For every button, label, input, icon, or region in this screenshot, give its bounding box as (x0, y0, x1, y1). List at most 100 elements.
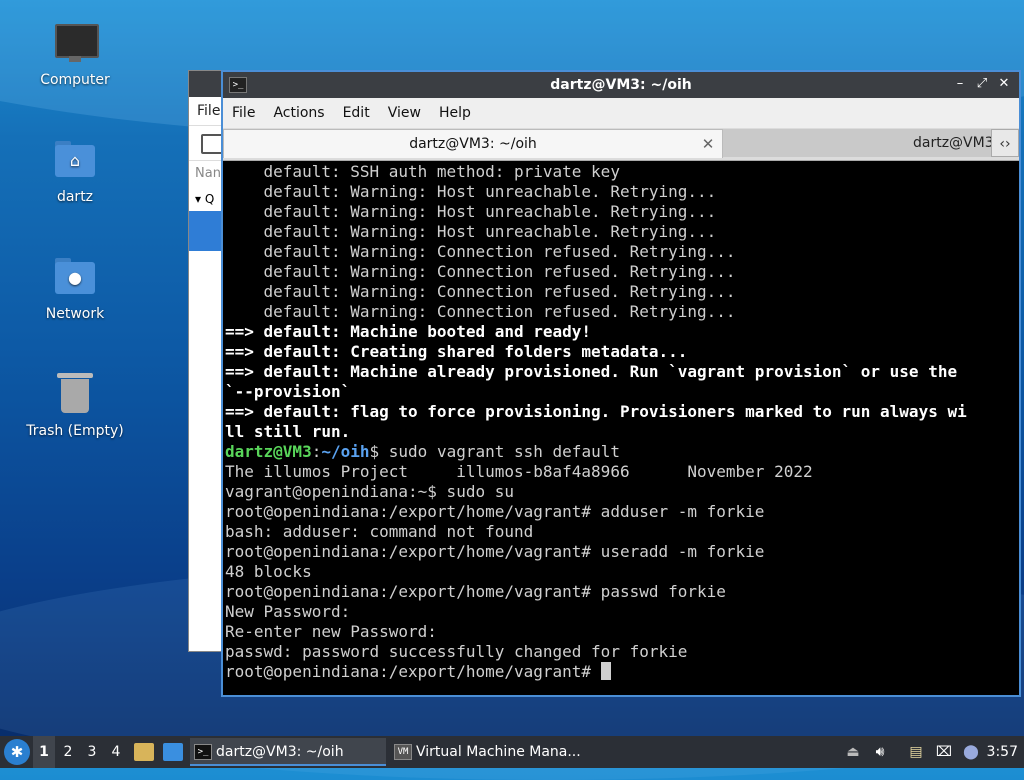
tab-bar: dartz@VM3: ~/oih ✕ dartz@VM3 ‹› (223, 128, 1019, 161)
desktop-icon-network[interactable]: ● Network (20, 254, 130, 322)
line-text: default: SSH auth method: private key (225, 162, 620, 181)
line-text: passwd: password successfully changed fo… (225, 642, 688, 661)
line-text: default: Warning: Connection refused. Re… (225, 302, 736, 321)
line-text: default: Warning: Host unreachable. Retr… (225, 222, 717, 241)
tab-scroll-arrows[interactable]: ‹› (991, 129, 1019, 157)
tab-close-icon[interactable]: ✕ (700, 130, 716, 158)
network-icon[interactable]: ⌧ (934, 742, 954, 762)
menu-file[interactable]: File (223, 98, 264, 128)
line-text: root@openindiana:/export/home/vagrant# u… (225, 542, 765, 561)
menu-bar: File Actions Edit View Help (223, 98, 1019, 128)
close-icon[interactable]: ✕ (995, 75, 1013, 93)
task-terminal[interactable]: >_ dartz@VM3: ~/oih (190, 738, 386, 766)
minimize-icon[interactable]: – (951, 75, 969, 93)
clock: 3:57 (986, 744, 1018, 760)
task-label: Virtual Machine Mana... (416, 744, 581, 760)
terminal-line: root@openindiana:/export/home/vagrant# a… (225, 502, 1017, 522)
terminal-line: default: Warning: Connection refused. Re… (225, 242, 1017, 262)
prompt-path: ~/oih (321, 442, 370, 461)
tab-active[interactable]: dartz@VM3: ~/oih ✕ (223, 129, 723, 158)
tab-inactive[interactable]: dartz@VM3 (723, 129, 993, 157)
terminal-line: default: Warning: Connection refused. Re… (225, 262, 1017, 282)
taskbar: ✱ 1 2 3 4 >_ dartz@VM3: ~/oih VM Virtual… (0, 736, 1024, 768)
desktop-icon-computer[interactable]: Computer (20, 20, 130, 88)
terminal-line: ==> default: Machine already provisioned… (225, 362, 1017, 382)
terminal-line: default: Warning: Host unreachable. Retr… (225, 202, 1017, 222)
window-titlebar[interactable]: >_ dartz@VM3: ~/oih – ⤢ ✕ (223, 72, 1019, 98)
new-vm-icon[interactable] (201, 134, 223, 154)
terminal-line: default: Warning: Host unreachable. Retr… (225, 222, 1017, 242)
workspace-2[interactable]: 2 (57, 736, 79, 768)
virt-manager-icon: VM (394, 744, 412, 760)
show-desktop-icon[interactable] (163, 743, 183, 761)
trash-icon (51, 371, 99, 419)
terminal-line: dartz@VM3:~/oih$ sudo vagrant ssh defaul… (225, 442, 620, 461)
line-text: default: Warning: Connection refused. Re… (225, 282, 736, 301)
terminal-line: New Password: (225, 602, 1017, 622)
line-text: 48 blocks (225, 562, 312, 581)
workspace-1[interactable]: 1 (33, 736, 55, 768)
line-text: root@openindiana:/export/home/vagrant# a… (225, 502, 765, 521)
terminal-line: root@openindiana:/export/home/vagrant# (225, 662, 1017, 682)
home-folder-icon: ⌂ (51, 137, 99, 185)
file-manager-icon[interactable] (134, 743, 154, 761)
menu-view[interactable]: View (379, 98, 430, 128)
tab-label: dartz@VM3: ~/oih (409, 136, 537, 152)
notification-icon[interactable]: ⬤ (961, 742, 981, 762)
group-label: Q (204, 192, 215, 206)
terminal-line: passwd: password successfully changed fo… (225, 642, 1017, 662)
desktop-icon-label: dartz (56, 189, 94, 205)
line-text: ==> default: Machine already provisioned… (225, 362, 958, 381)
upload-icon[interactable]: ⏏ (843, 742, 863, 762)
line-text: default: Warning: Host unreachable. Retr… (225, 202, 717, 221)
text-cursor (600, 662, 611, 680)
terminal-line: ==> default: Machine booted and ready! (225, 322, 1017, 342)
terminal-line: default: Warning: Connection refused. Re… (225, 302, 1017, 322)
maximize-icon[interactable]: ⤢ (973, 75, 991, 93)
terminal-line: ==> default: flag to force provisioning.… (225, 402, 1017, 422)
task-virtual-machine-manager[interactable]: VM Virtual Machine Mana... (390, 738, 590, 766)
terminal-line: ll still run. (225, 422, 1017, 442)
terminal-line: ==> default: Creating shared folders met… (225, 342, 1017, 362)
terminal-line: 48 blocks (225, 562, 1017, 582)
line-text: `--provision` (225, 382, 351, 401)
menu-actions[interactable]: Actions (264, 98, 333, 128)
command-text: $ sudo vagrant ssh default (369, 442, 620, 461)
network-folder-icon: ● (51, 254, 99, 302)
application-menu-icon[interactable]: ✱ (4, 739, 30, 765)
line-text: ==> default: Creating shared folders met… (225, 342, 688, 361)
window-title: dartz@VM3: ~/oih (550, 77, 692, 93)
computer-icon (51, 20, 99, 68)
workspace-3[interactable]: 3 (81, 736, 103, 768)
clipboard-icon[interactable]: ▤ (906, 742, 926, 762)
terminal-line: Re-enter new Password: (225, 622, 1017, 642)
terminal-output[interactable]: default: SSH auth method: private key de… (223, 162, 1019, 695)
desktop-icon-label: Computer (40, 72, 110, 88)
workspace-4[interactable]: 4 (105, 736, 127, 768)
terminal-window[interactable]: >_ dartz@VM3: ~/oih – ⤢ ✕ File Actions Edi… (221, 70, 1021, 697)
line-text: default: Warning: Host unreachable. Retr… (225, 182, 717, 201)
desktop-icon-trash[interactable]: Trash (Empty) (20, 371, 130, 439)
desktop-icon-home[interactable]: ⌂ dartz (20, 137, 130, 205)
terminal-line: root@openindiana:/export/home/vagrant# u… (225, 542, 1017, 562)
line-text: ==> default: flag to force provisioning.… (225, 402, 967, 421)
line-text: ==> default: Machine booted and ready! (225, 322, 592, 341)
menu-help[interactable]: Help (430, 98, 480, 128)
line-text: root@openindiana:/export/home/vagrant# (225, 662, 601, 681)
line-text: ll still run. (225, 422, 351, 441)
tab-label: dartz@VM3 (913, 135, 993, 151)
chevron-right-icon[interactable]: › (1005, 136, 1011, 152)
prompt-user: dartz@VM3 (225, 442, 312, 461)
menu-edit[interactable]: Edit (334, 98, 379, 128)
line-text: The illumos Project illumos-b8af4a8966 N… (225, 462, 813, 481)
line-text: root@openindiana:/export/home/vagrant# p… (225, 582, 726, 601)
line-text: Re-enter new Password: (225, 622, 437, 641)
desktop-icon-label: Trash (Empty) (26, 423, 124, 439)
terminal-line: `--provision` (225, 382, 1017, 402)
volume-icon[interactable]: 🔊︎ (870, 742, 890, 762)
desktop-icon-label: Network (45, 306, 105, 322)
line-text: default: Warning: Connection refused. Re… (225, 242, 736, 261)
terminal-line: default: Warning: Connection refused. Re… (225, 282, 1017, 302)
line-text: bash: adduser: command not found (225, 522, 534, 541)
terminal-line: vagrant@openindiana:~$ sudo su (225, 482, 1017, 502)
